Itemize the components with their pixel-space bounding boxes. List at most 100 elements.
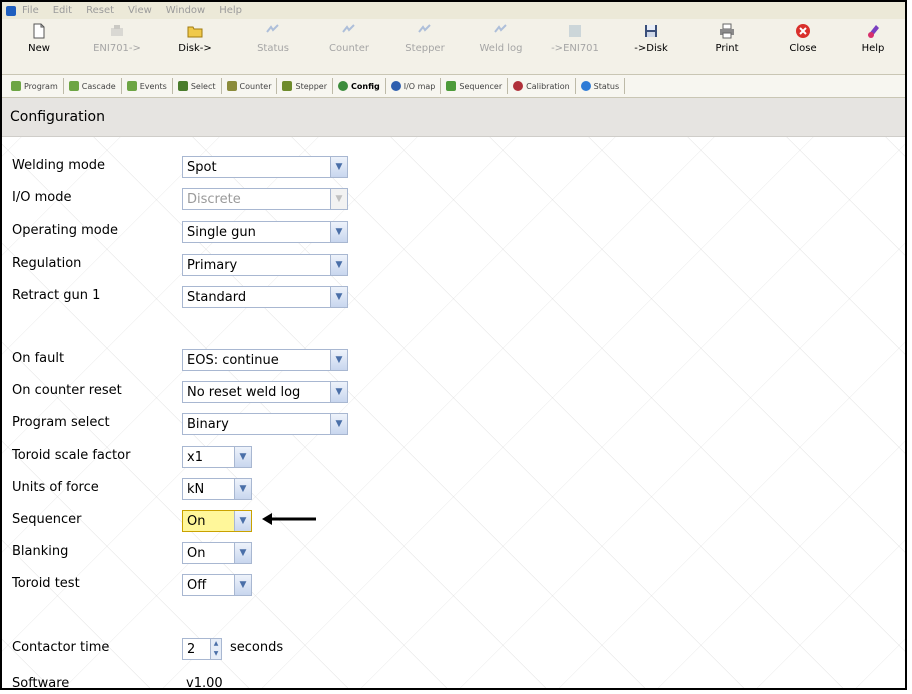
close-button[interactable]: Close [768, 23, 838, 71]
device-read-icon [111, 25, 123, 36]
printer-icon [720, 23, 734, 39]
page-title: Configuration [2, 98, 905, 137]
status-tab-icon [580, 81, 591, 91]
tab-cascade[interactable]: Cascade [64, 78, 122, 94]
chevron-down-icon[interactable]: ▼ [330, 222, 347, 242]
stepper-button[interactable]: Stepper [390, 23, 460, 71]
tab-program[interactable]: Program [6, 78, 64, 94]
disk-open-button[interactable]: Disk-> [160, 23, 230, 71]
toroid-scale-select[interactable]: x1 ▼ [182, 446, 252, 468]
contactor-time-stepper[interactable]: 2 ▲ ▼ [182, 638, 222, 660]
welding-mode-label: Welding mode [12, 158, 106, 173]
retract-gun-label: Retract gun 1 [12, 288, 101, 303]
retract-gun-select[interactable]: Standard ▼ [182, 286, 348, 308]
chevron-down-icon[interactable]: ▼ [330, 287, 347, 307]
events-icon [126, 81, 137, 91]
chevron-down-icon[interactable]: ▼ [330, 414, 347, 434]
new-document-icon [33, 23, 45, 39]
status-icon [266, 24, 279, 33]
calibration-icon [513, 81, 524, 91]
blanking-select[interactable]: On ▼ [182, 542, 252, 564]
eni701-read-button[interactable]: ENI701-> [82, 23, 152, 71]
tab-events[interactable]: Events [122, 78, 173, 94]
device-write-icon [569, 25, 581, 37]
pointer-arrow-icon [262, 513, 316, 525]
welding-mode-select[interactable]: Spot ▼ [182, 156, 348, 178]
tab-counter[interactable]: Counter [222, 78, 278, 94]
blanking-label: Blanking [12, 544, 69, 559]
menu-file[interactable]: File [22, 5, 39, 16]
spinner-arrows-icon[interactable]: ▲ ▼ [210, 639, 221, 659]
print-button[interactable]: Print [692, 23, 762, 71]
new-button[interactable]: New [4, 23, 74, 71]
tab-sequencer[interactable]: Sequencer [441, 78, 509, 94]
open-folder-icon [187, 26, 203, 38]
tab-status[interactable]: Status [576, 78, 626, 94]
toolbar: New ENI701-> Disk-> Status Counter Stepp… [2, 19, 905, 75]
regulation-label: Regulation [12, 256, 82, 271]
sequencer-label: Sequencer [12, 512, 82, 527]
counter-button[interactable]: Counter [314, 23, 384, 71]
counter-icon [342, 24, 355, 33]
menu-help[interactable]: Help [219, 5, 242, 16]
chevron-down-icon[interactable]: ▼ [234, 543, 251, 563]
tab-config[interactable]: Config [333, 78, 386, 94]
io-map-icon [390, 81, 401, 91]
menu-view[interactable]: View [128, 5, 152, 16]
toroid-test-select[interactable]: Off ▼ [182, 574, 252, 596]
chevron-down-icon[interactable]: ▼ [234, 511, 251, 531]
menu-reset[interactable]: Reset [86, 5, 114, 16]
help-icon [868, 25, 879, 38]
menu-edit[interactable]: Edit [53, 5, 72, 16]
tab-io-map[interactable]: I/O map [386, 78, 442, 94]
menu-window[interactable]: Window [166, 5, 205, 16]
config-panel: Welding mode Spot ▼ I/O mode Discrete ▼ … [2, 137, 905, 688]
units-of-force-label: Units of force [12, 480, 99, 495]
chevron-down-icon[interactable]: ▼ [330, 157, 347, 177]
weld-log-icon [494, 24, 507, 33]
tab-strip: Program Cascade Events Select Counter St… [2, 75, 905, 98]
on-counter-reset-label: On counter reset [12, 383, 122, 398]
chevron-down-icon[interactable]: ▼ [234, 479, 251, 499]
program-select-label: Program select [12, 415, 110, 430]
chevron-down-icon[interactable]: ▼ [330, 350, 347, 370]
sequencer-icon [446, 81, 457, 91]
on-fault-label: On fault [12, 351, 65, 366]
chevron-down-icon[interactable]: ▼ [330, 255, 347, 275]
contactor-time-label: Contactor time [12, 640, 110, 655]
app-window: File Edit Reset View Window Help New ENI… [0, 0, 907, 690]
chevron-down-icon: ▼ [330, 189, 347, 209]
disk-save-button[interactable]: ->Disk [616, 23, 686, 71]
eni701-write-button[interactable]: ->ENI701 [540, 23, 610, 71]
cascade-icon [68, 81, 79, 91]
stepper-icon [418, 24, 431, 33]
units-of-force-select[interactable]: kN ▼ [182, 478, 252, 500]
config-icon [338, 81, 348, 91]
close-icon [796, 24, 810, 38]
software-label: Software [12, 676, 70, 690]
toroid-scale-label: Toroid scale factor [12, 448, 131, 463]
tab-calibration[interactable]: Calibration [508, 78, 576, 94]
select-icon [177, 81, 188, 91]
operating-mode-select[interactable]: Single gun ▼ [182, 221, 348, 243]
counter-tab-icon [226, 81, 237, 91]
status-button[interactable]: Status [238, 23, 308, 71]
chevron-down-icon[interactable]: ▼ [234, 575, 251, 595]
menu-bar: File Edit Reset View Window Help [2, 2, 905, 19]
help-button[interactable]: Help [838, 23, 905, 71]
chevron-down-icon[interactable]: ▼ [234, 447, 251, 467]
regulation-select[interactable]: Primary ▼ [182, 254, 348, 276]
program-icon [11, 81, 21, 91]
tab-select[interactable]: Select [173, 78, 222, 94]
operating-mode-label: Operating mode [12, 223, 118, 238]
tab-stepper[interactable]: Stepper [277, 78, 333, 94]
weld-log-button[interactable]: Weld log [466, 23, 536, 71]
toroid-test-label: Toroid test [12, 576, 80, 591]
on-fault-select[interactable]: EOS: continue ▼ [182, 349, 348, 371]
app-icon [6, 5, 16, 16]
chevron-down-icon[interactable]: ▼ [330, 382, 347, 402]
contactor-unit: seconds [230, 640, 284, 655]
program-select-select[interactable]: Binary ▼ [182, 413, 348, 435]
on-counter-reset-select[interactable]: No reset weld log ▼ [182, 381, 348, 403]
sequencer-select[interactable]: On ▼ [182, 510, 252, 532]
